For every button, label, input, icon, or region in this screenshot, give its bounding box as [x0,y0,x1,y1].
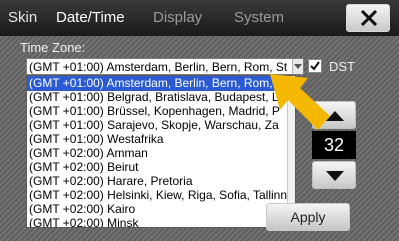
time-zone-option[interactable]: (GMT +01:00) Amsterdam, Berlin, Bern, Ro… [27,76,289,91]
time-zone-option[interactable]: (GMT +02:00) Beirut [27,160,289,175]
time-zone-option[interactable]: (GMT +01:00) Brüssel, Kopenhagen, Madrid… [27,104,289,119]
dst-label: DST [329,59,355,74]
time-zone-option[interactable]: (GMT +02:00) Amman [27,146,289,161]
time-zone-option[interactable]: (GMT +01:00) Sarajevo, Skopje, Warschau,… [27,118,289,133]
time-zone-selected-value: (GMT +01:00) Amsterdam, Berlin, Bern, Ro… [29,60,288,74]
time-zone-option[interactable]: (GMT +02:00) Kairo [27,202,289,217]
time-zone-option[interactable]: (GMT +01:00) Westafrika [27,132,289,147]
time-zone-select[interactable]: (GMT +01:00) Amsterdam, Berlin, Bern, Ro… [26,58,304,75]
time-zone-label: Time Zone: [20,40,86,55]
screen: Skin Date/Time Display System Time Zone:… [0,0,399,241]
pointer-arrow-icon [270,74,330,130]
time-zone-option[interactable]: (GMT +02:00) Minsk [27,216,289,227]
close-button[interactable] [346,4,390,32]
time-zone-dropdown-list: (GMT +01:00) Amsterdam, Berlin, Bern, Ro… [26,75,296,228]
time-zone-option[interactable]: (GMT +01:00) Belgrad, Bratislava, Budape… [27,90,289,105]
close-icon [360,10,378,26]
apply-button[interactable]: Apply [266,203,350,231]
time-zone-option[interactable]: (GMT +02:00) Harare, Pretoria [27,174,289,189]
checkmark-icon [310,61,320,71]
dst-checkbox[interactable] [308,59,322,73]
triangle-down-icon [326,171,344,181]
tab-display[interactable]: Display [153,9,202,26]
tab-skin[interactable]: Skin [8,9,37,26]
tab-bar: Skin Date/Time Display System [0,0,399,36]
chevron-down-icon [294,64,302,69]
decrement-button[interactable] [312,161,356,189]
tab-system[interactable]: System [234,9,284,26]
time-zone-option[interactable]: (GMT +02:00) Helsinki, Kiew, Riga, Sofia… [27,188,289,203]
tab-date-time[interactable]: Date/Time [56,9,125,26]
